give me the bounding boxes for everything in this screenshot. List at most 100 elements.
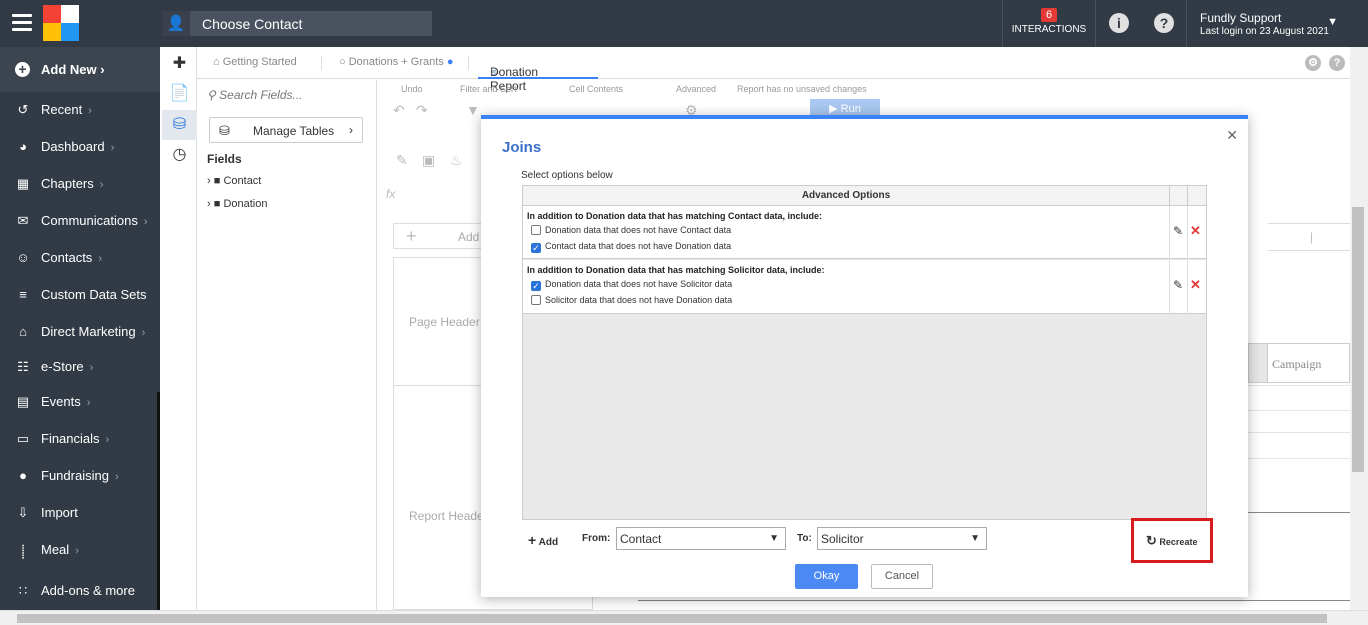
undo-icon[interactable]: ↶ [393,102,405,119]
sidebar-item-e-store[interactable]: ☷ e-Store › [0,348,160,385]
delete-icon[interactable]: ✕ [1190,223,1201,239]
ribbon-unsaved-label: Report has no unsaved changes [737,84,867,94]
sidebar-item-label: Chapters [41,176,94,191]
sidebar-item-financials[interactable]: ▭ Financials › [0,420,160,457]
settings-circle-icon[interactable]: ⚙ [1305,55,1321,71]
hamburger-menu-icon[interactable] [12,14,32,32]
to-select[interactable]: Solicitor ▼ [817,527,987,550]
tree-label: Contact [223,175,262,187]
tab-donation-report[interactable]: ○ Donation Report × [478,47,598,93]
sidebar-item-communications[interactable]: ✉ Communications › [0,202,160,239]
okay-button[interactable]: Okay [795,564,858,589]
sidebar-item-label: Contacts [41,250,93,265]
folder-icon: ■ [213,198,221,210]
sidebar-item-label: Communications [41,213,138,228]
plus-circle-icon: + [15,62,30,77]
from-select[interactable]: Contact ▼ [616,527,786,550]
report-header-label: Report Heade [409,509,484,523]
dropdown-arrow-icon: ▼ [769,533,779,544]
add-join-button[interactable]: + Add [528,532,558,548]
close-tab-icon[interactable]: × [490,65,497,79]
search-fields-input[interactable]: ⚲ Search Fields... [207,88,367,108]
option-label: Contact data that does not have Donation… [545,241,732,251]
fields-panel: ⚲ Search Fields... ⛁ Manage Tables › Fie… [197,80,377,610]
app-logo[interactable] [43,5,79,41]
option-checkbox[interactable]: Solicitor data that does not have Donati… [531,295,732,305]
sidebar-item-import[interactable]: ⇩ Import [0,494,160,531]
horizontal-scrollbar[interactable] [0,610,1368,625]
plus-icon: + [528,532,537,548]
checkbox-unchecked[interactable] [531,295,541,305]
sidebar-item-dashboard[interactable]: ◕ Dashboard › [0,128,160,165]
user-menu[interactable]: Fundly Support Last login on 23 August 2… [1186,0,1350,47]
database-icon[interactable]: ⛁ [162,110,197,140]
delete-icon[interactable]: ✕ [1190,277,1201,293]
checkbox-unchecked[interactable] [531,225,541,235]
help-circle-icon[interactable]: ? [1329,55,1345,71]
filter-icon[interactable]: ▼ [466,102,480,118]
add-plus-icon[interactable]: ✚ [162,49,197,79]
dialog-title: Joins [502,139,542,156]
sidebar-item-events[interactable]: ▤ Events › [0,383,160,420]
recreate-button[interactable]: ↻ Recreate [1146,533,1197,549]
history-icon: ↺ [17,102,29,117]
from-label: From: [582,533,611,544]
pencil-icon[interactable]: ✎ [1173,278,1183,292]
dropdown-arrow-icon: ▼ [970,533,980,544]
sidebar-item-meal[interactable]: ⸽ Meal › [0,531,160,568]
sidebar-item-chapters[interactable]: ▦ Chapters › [0,165,160,202]
sidebar-scrollbar[interactable] [157,392,160,610]
ribbon-advanced-label: Advanced [676,84,717,94]
chevron-right-icon: › [105,434,110,446]
add-join-label: Add [538,537,559,548]
add-new-button[interactable]: + Add New › [0,47,160,92]
checkbox-checked[interactable]: ✓ [531,243,541,253]
cancel-button[interactable]: Cancel [871,564,933,589]
option-checkbox[interactable]: ✓ Donation data that does not have Solici… [531,279,732,291]
document-icon[interactable]: 📄 [162,79,197,109]
play-icon: ▶ [829,103,838,115]
interactions-button[interactable]: 6 INTERACTIONS [1002,0,1096,47]
ribbon-cell-contents-label: Cell Contents [569,84,624,94]
paint-bucket-icon[interactable]: ♨ [450,152,463,169]
option-checkbox[interactable]: Donation data that does not have Contact… [531,225,731,235]
sidebar-item-add-ons-more[interactable]: ∷ Add-ons & more [0,572,160,609]
ribbon-filter-sort-label: Filter and Sort [460,84,517,94]
info-icon[interactable]: i [1109,13,1129,33]
frame-icon[interactable]: ▣ [422,152,435,169]
sidebar-item-custom-data-sets[interactable]: ≡ Custom Data Sets [0,276,160,313]
option-checkbox[interactable]: ✓ Contact data that does not have Donatio… [531,241,731,253]
tree-item-contact[interactable]: › ■ Contact [207,175,261,187]
sidebar-item-recent[interactable]: ↺ Recent › [0,91,160,128]
layers-icon: ≡ [19,287,27,302]
database-icon: ⛁ [219,123,230,138]
checkbox-checked[interactable]: ✓ [531,281,541,291]
advanced-options-header: Advanced Options [801,190,891,201]
sidebar-item-direct-marketing[interactable]: ⌂ Direct Marketing › [0,313,160,350]
chevron-right-icon: › [98,253,102,265]
vertical-scrollbar[interactable] [1350,47,1368,610]
refresh-icon: ↻ [1146,533,1157,548]
pencil-icon[interactable]: ✎ [396,152,408,169]
cart-icon: ☷ [17,359,29,374]
redo-icon[interactable]: ↷ [416,102,428,119]
chevron-right-icon: › [141,327,146,339]
help-icon[interactable]: ? [1154,13,1174,33]
tab-donations-grants[interactable]: ○ Donations + Grants ● [339,56,454,68]
pencil-icon[interactable]: ✎ [1173,224,1183,238]
sidebar-item-contacts[interactable]: ☺ Contacts › [0,239,160,276]
clock-icon[interactable]: ◷ [162,140,197,170]
chevron-right-icon: › [143,216,148,228]
choose-contact-label: Choose Contact [202,16,303,32]
tree-item-donation[interactable]: › ■ Donation [207,198,268,210]
choose-contact-field[interactable]: 👤 Choose Contact [162,11,432,36]
close-icon[interactable]: ✕ [1226,127,1238,144]
campaign-label: Campaign [1272,357,1322,371]
user-name: Fundly Support [1200,11,1282,25]
manage-tables-button[interactable]: ⛁ Manage Tables › [209,117,363,143]
sidebar-item-fundraising[interactable]: ● Fundraising › [0,457,160,494]
joins-dialog: ✕ Joins Select options below Advanced Op… [481,115,1248,597]
dashboard-icon: ◕ [19,139,27,154]
tab-getting-started[interactable]: ⌂ Getting Started [213,56,297,68]
caret-down-icon: ▼ [1327,16,1338,28]
